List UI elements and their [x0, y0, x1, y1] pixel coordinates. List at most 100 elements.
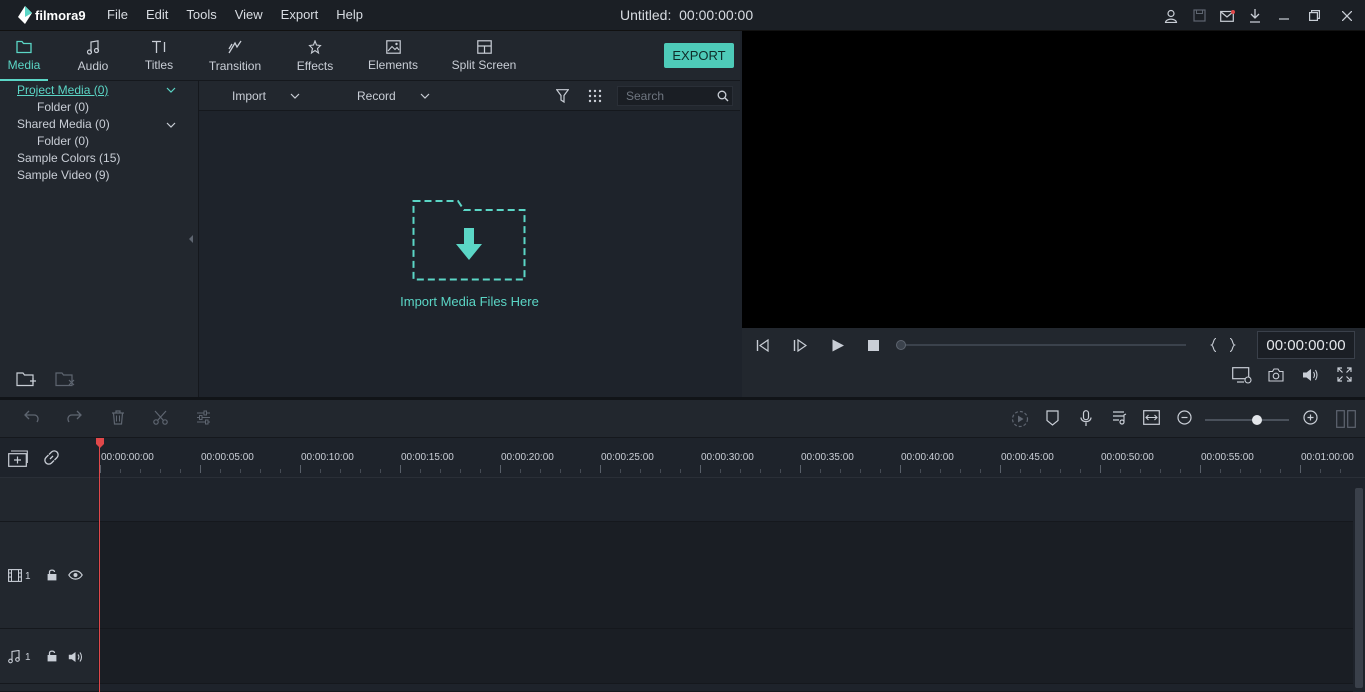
preview-timecode[interactable]: 00:00:00:00: [1257, 331, 1355, 359]
zoom-in-icon[interactable]: [1303, 410, 1318, 425]
image-icon: [385, 40, 401, 54]
tree-sample-video[interactable]: Sample Video (9): [17, 168, 110, 182]
play-icon[interactable]: [831, 339, 845, 352]
minimize-icon[interactable]: [1269, 0, 1299, 31]
scrollbar-thumb[interactable]: [1355, 488, 1363, 688]
add-track-icon[interactable]: [8, 450, 28, 467]
export-button[interactable]: EXPORT: [664, 43, 734, 68]
delete-icon[interactable]: [111, 410, 125, 425]
save-icon[interactable]: [1185, 0, 1213, 31]
menu-view[interactable]: View: [235, 7, 263, 22]
audio-track[interactable]: [98, 629, 1353, 684]
ruler-minor-tick: [820, 469, 821, 473]
chevron-down-icon[interactable]: [166, 122, 176, 128]
stop-icon[interactable]: [868, 340, 879, 351]
lock-icon[interactable]: [47, 650, 57, 662]
menu-edit[interactable]: Edit: [146, 7, 168, 22]
import-folder-icon[interactable]: [412, 198, 527, 282]
empty-track[interactable]: [98, 478, 1353, 522]
ruler-label: 00:00:30:00: [701, 452, 754, 463]
timeline-scrollbar[interactable]: [1353, 478, 1365, 692]
panel-layout-icon[interactable]: [1336, 410, 1356, 428]
fit-timeline-icon[interactable]: [1143, 410, 1160, 425]
speaker-icon[interactable]: [68, 651, 84, 663]
ruler-minor-tick: [1320, 469, 1321, 473]
link-icon[interactable]: [43, 449, 60, 466]
tab-transition[interactable]: Transition: [204, 31, 266, 81]
seek-handle[interactable]: [896, 340, 906, 350]
microphone-icon[interactable]: [1080, 410, 1092, 427]
record-dropdown[interactable]: Record: [357, 89, 430, 103]
mark-in-out-icon[interactable]: [1210, 338, 1236, 352]
render-preview-icon[interactable]: [1232, 367, 1252, 384]
ruler-label: 00:00:55:00: [1201, 452, 1254, 463]
snapshot-icon[interactable]: [1268, 368, 1284, 382]
ruler-minor-tick: [1080, 469, 1081, 473]
ruler-minor-tick: [1120, 469, 1121, 473]
tab-effects[interactable]: Effects: [292, 31, 338, 81]
account-icon[interactable]: [1157, 0, 1185, 31]
menu-export[interactable]: Export: [281, 7, 319, 22]
ruler-minor-tick: [840, 469, 841, 473]
playhead[interactable]: [99, 440, 100, 692]
ruler-minor-tick: [1180, 469, 1181, 473]
collapse-panel-icon[interactable]: [189, 235, 194, 243]
ruler-minor-tick: [620, 469, 621, 473]
menu-tools[interactable]: Tools: [186, 7, 216, 22]
zoom-out-icon[interactable]: [1177, 410, 1192, 425]
ruler-minor-tick: [640, 469, 641, 473]
volume-icon[interactable]: [1302, 368, 1319, 382]
lock-icon[interactable]: [47, 569, 57, 581]
marker-icon[interactable]: [1046, 410, 1059, 426]
seek-bar[interactable]: [902, 344, 1186, 346]
video-track[interactable]: [98, 522, 1353, 629]
search-input[interactable]: Search: [617, 86, 733, 106]
ruler-minor-tick: [340, 469, 341, 473]
chevron-down-icon[interactable]: [166, 87, 176, 93]
tree-project-media[interactable]: Project Media (0): [17, 83, 108, 97]
tab-audio[interactable]: Audio: [70, 31, 116, 81]
tab-split-screen[interactable]: Split Screen: [450, 31, 518, 81]
tree-shared-media[interactable]: Shared Media (0): [17, 117, 110, 131]
close-icon[interactable]: [1329, 0, 1365, 31]
adjust-icon[interactable]: [196, 410, 211, 425]
zoom-slider-handle[interactable]: [1252, 415, 1262, 425]
ruler-minor-tick: [480, 469, 481, 473]
voiceover-mixer-icon[interactable]: [1112, 410, 1127, 425]
ruler-minor-tick: [560, 469, 561, 473]
ruler-label: 00:00:15:00: [401, 452, 454, 463]
filter-icon[interactable]: [556, 89, 569, 103]
menu-file[interactable]: File: [107, 7, 128, 22]
new-folder-icon[interactable]: [16, 371, 36, 387]
delete-folder-icon[interactable]: [55, 371, 75, 387]
search-icon[interactable]: [717, 90, 729, 102]
tab-titles[interactable]: Titles: [139, 31, 179, 81]
next-frame-icon[interactable]: [793, 339, 807, 352]
render-icon[interactable]: [1011, 410, 1029, 428]
ruler-minor-tick: [320, 469, 321, 473]
tree-sample-colors[interactable]: Sample Colors (15): [17, 151, 120, 165]
grid-view-icon[interactable]: [588, 89, 602, 103]
tab-media[interactable]: Media: [0, 31, 48, 81]
tab-elements[interactable]: Elements: [365, 31, 421, 81]
mail-icon[interactable]: [1213, 0, 1241, 31]
tree-folder[interactable]: Folder (0): [37, 134, 89, 148]
restore-icon[interactable]: [1299, 0, 1329, 31]
import-media-hint[interactable]: Import Media Files Here: [199, 294, 740, 309]
menu-help[interactable]: Help: [336, 7, 363, 22]
media-toolbar: Import Record Search: [199, 81, 740, 111]
redo-icon[interactable]: [66, 410, 82, 424]
undo-icon[interactable]: [24, 410, 40, 424]
effects-icon: [307, 40, 322, 55]
download-icon[interactable]: [1241, 0, 1269, 31]
previous-frame-icon[interactable]: [756, 339, 770, 352]
fullscreen-icon[interactable]: [1337, 367, 1352, 382]
ruler-minor-tick: [160, 469, 161, 473]
import-dropdown[interactable]: Import: [232, 89, 300, 103]
tab-label: Media: [7, 58, 41, 72]
timeline-ruler[interactable]: 00:00:00:00 00:00:05:00 00:00:10:00 00:00:1…: [0, 438, 1365, 478]
split-cut-icon[interactable]: [153, 410, 168, 425]
zoom-slider[interactable]: [1205, 419, 1289, 421]
tree-folder[interactable]: Folder (0): [37, 100, 89, 114]
eye-icon[interactable]: [68, 570, 83, 580]
